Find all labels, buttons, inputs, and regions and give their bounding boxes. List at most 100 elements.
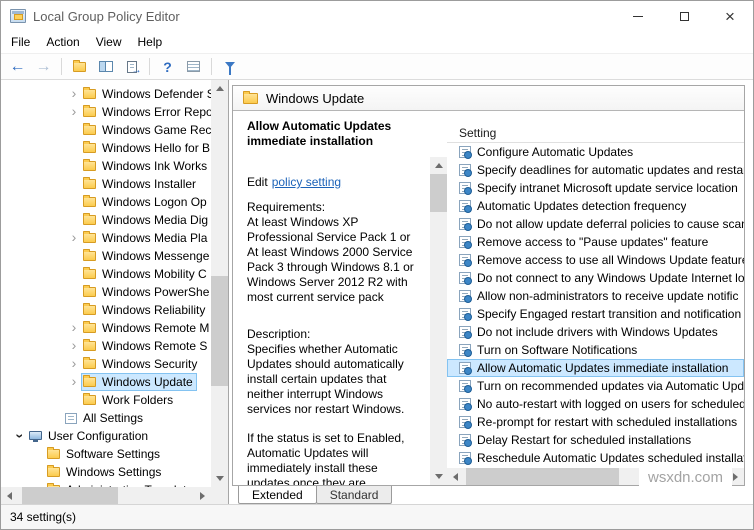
scrollbar-track[interactable] bbox=[211, 97, 228, 470]
settings-item[interactable]: Remove access to use all Windows Update … bbox=[447, 251, 744, 269]
chevron-expand-icon[interactable] bbox=[67, 319, 81, 337]
tree-item[interactable]: Windows Game Rec bbox=[1, 121, 211, 139]
menu-view[interactable]: View bbox=[88, 32, 130, 52]
menu-action[interactable]: Action bbox=[38, 32, 87, 52]
tree-vertical-scrollbar[interactable] bbox=[211, 80, 228, 487]
minimize-button[interactable] bbox=[615, 1, 661, 31]
tree-item[interactable]: Windows Media Dig bbox=[1, 211, 211, 229]
tree-horizontal-scrollbar[interactable] bbox=[1, 487, 211, 504]
scrollbar-thumb[interactable] bbox=[430, 174, 447, 212]
tree-item[interactable]: Windows Error Repo bbox=[1, 103, 211, 121]
scrollbar-track[interactable] bbox=[430, 174, 447, 468]
forward-button[interactable] bbox=[31, 56, 56, 78]
tree-item[interactable]: Work Folders bbox=[1, 391, 211, 409]
menu-file[interactable]: File bbox=[3, 32, 38, 52]
triangle-down-icon bbox=[215, 476, 224, 481]
settings-item[interactable]: Automatic Updates detection frequency bbox=[447, 197, 744, 215]
tree-item[interactable]: Windows Mobility C bbox=[1, 265, 211, 283]
filter-button[interactable] bbox=[217, 56, 242, 78]
icon-view-button[interactable] bbox=[181, 56, 206, 78]
settings-item[interactable]: Re-prompt for restart with scheduled ins… bbox=[447, 413, 744, 431]
chevron-placeholder bbox=[67, 391, 81, 409]
settings-item[interactable]: Specify intranet Microsoft update servic… bbox=[447, 179, 744, 197]
settings-item-selected[interactable]: Allow Automatic Updates immediate instal… bbox=[447, 359, 744, 377]
settings-item[interactable]: Remove access to "Pause updates" feature bbox=[447, 233, 744, 251]
folder-icon bbox=[83, 213, 96, 225]
settings-item[interactable]: Turn on recommended updates via Automati… bbox=[447, 377, 744, 395]
close-button[interactable] bbox=[707, 1, 753, 31]
tree-item[interactable]: Windows Ink Works bbox=[1, 157, 211, 175]
tab-standard[interactable]: Standard bbox=[315, 486, 393, 504]
tree-item[interactable]: Windows Logon Op bbox=[1, 193, 211, 211]
tree-item[interactable]: Windows Media Pla bbox=[1, 229, 211, 247]
tree-item[interactable]: Windows Remote M bbox=[1, 319, 211, 337]
tree-item[interactable]: Windows Settings bbox=[1, 463, 211, 481]
chevron-expand-icon[interactable] bbox=[67, 355, 81, 373]
scroll-left-button[interactable] bbox=[447, 468, 464, 485]
local-group-policy-editor-window: Local Group Policy Editor File Action Vi… bbox=[0, 0, 754, 530]
chevron-placeholder bbox=[31, 445, 45, 463]
chevron-collapse-icon[interactable] bbox=[13, 427, 27, 445]
scroll-up-button[interactable] bbox=[211, 80, 228, 97]
tree-item[interactable]: Windows Defender S bbox=[1, 85, 211, 103]
settings-item[interactable]: Turn on Software Notifications bbox=[447, 341, 744, 359]
settings-item[interactable]: Specify Engaged restart transition and n… bbox=[447, 305, 744, 323]
tree-item[interactable]: Windows Installer bbox=[1, 175, 211, 193]
tab-extended[interactable]: Extended bbox=[238, 486, 317, 504]
tree-item[interactable]: Windows Remote S bbox=[1, 337, 211, 355]
tree-item[interactable]: Windows Reliability bbox=[1, 301, 211, 319]
folder-icon bbox=[83, 249, 96, 261]
chevron-expand-icon[interactable] bbox=[67, 229, 81, 247]
settings-item[interactable]: Specify deadlines for automatic updates … bbox=[447, 161, 744, 179]
settings-item[interactable]: Delay Restart for scheduled installation… bbox=[447, 431, 744, 449]
scrollbar-track[interactable] bbox=[18, 487, 194, 504]
policy-setting-icon bbox=[459, 344, 472, 357]
settings-item[interactable]: Do not include drivers with Windows Upda… bbox=[447, 323, 744, 341]
chevron-placeholder bbox=[67, 283, 81, 301]
up-one-level-button[interactable] bbox=[67, 56, 92, 78]
settings-item[interactable]: Do not connect to any Windows Update Int… bbox=[447, 269, 744, 287]
tree-item[interactable]: All Settings bbox=[1, 409, 211, 427]
edit-policy-setting-link[interactable]: policy setting bbox=[272, 175, 341, 189]
edit-policy-line: Edit policy setting bbox=[247, 175, 422, 190]
scrollbar-thumb[interactable] bbox=[211, 276, 228, 387]
tree-item-windows-update[interactable]: Windows Update bbox=[1, 373, 211, 391]
settings-item[interactable]: No auto-restart with logged on users for… bbox=[447, 395, 744, 413]
maximize-button[interactable] bbox=[661, 1, 707, 31]
back-button[interactable] bbox=[5, 56, 30, 78]
status-bar: 34 setting(s) bbox=[1, 504, 753, 529]
chevron-expand-icon[interactable] bbox=[67, 103, 81, 121]
help-button[interactable] bbox=[155, 56, 180, 78]
scroll-left-button[interactable] bbox=[1, 487, 18, 504]
policy-setting-icon bbox=[459, 434, 472, 447]
export-list-button[interactable] bbox=[119, 56, 144, 78]
scroll-down-button[interactable] bbox=[430, 468, 447, 485]
chevron-expand-icon[interactable] bbox=[67, 337, 81, 355]
tree-item[interactable]: Software Settings bbox=[1, 445, 211, 463]
settings-item[interactable]: Reschedule Automatic Updates scheduled i… bbox=[447, 449, 744, 467]
settings-item[interactable]: Configure Automatic Updates bbox=[447, 143, 744, 161]
menu-help[interactable]: Help bbox=[130, 32, 171, 52]
settings-item[interactable]: Do not allow update deferral policies to… bbox=[447, 215, 744, 233]
scrollbar-thumb[interactable] bbox=[466, 468, 619, 485]
chevron-expand-icon[interactable] bbox=[67, 85, 81, 103]
tree-item-user-configuration[interactable]: User Configuration bbox=[1, 427, 211, 445]
chevron-expand-icon[interactable] bbox=[67, 373, 81, 391]
scroll-down-button[interactable] bbox=[211, 470, 228, 487]
scroll-right-button[interactable] bbox=[194, 487, 211, 504]
settings-item[interactable]: Allow non-administrators to receive upda… bbox=[447, 287, 744, 305]
show-console-tree-icon bbox=[98, 61, 113, 72]
setting-column-header[interactable]: Setting bbox=[447, 123, 744, 143]
tree-item[interactable]: Windows PowerShe bbox=[1, 283, 211, 301]
scrollbar-thumb[interactable] bbox=[22, 487, 118, 504]
app-icon[interactable] bbox=[10, 9, 26, 23]
tree-item[interactable]: Windows Hello for B bbox=[1, 139, 211, 157]
folder-icon bbox=[83, 285, 96, 297]
tree-item[interactable]: Windows Messenge bbox=[1, 247, 211, 265]
details-vertical-scrollbar[interactable] bbox=[430, 157, 447, 485]
show-console-tree-button[interactable] bbox=[93, 56, 118, 78]
chevron-placeholder bbox=[67, 175, 81, 193]
scroll-up-button[interactable] bbox=[430, 157, 447, 174]
tree-item[interactable]: Windows Security bbox=[1, 355, 211, 373]
window-controls bbox=[615, 1, 753, 31]
